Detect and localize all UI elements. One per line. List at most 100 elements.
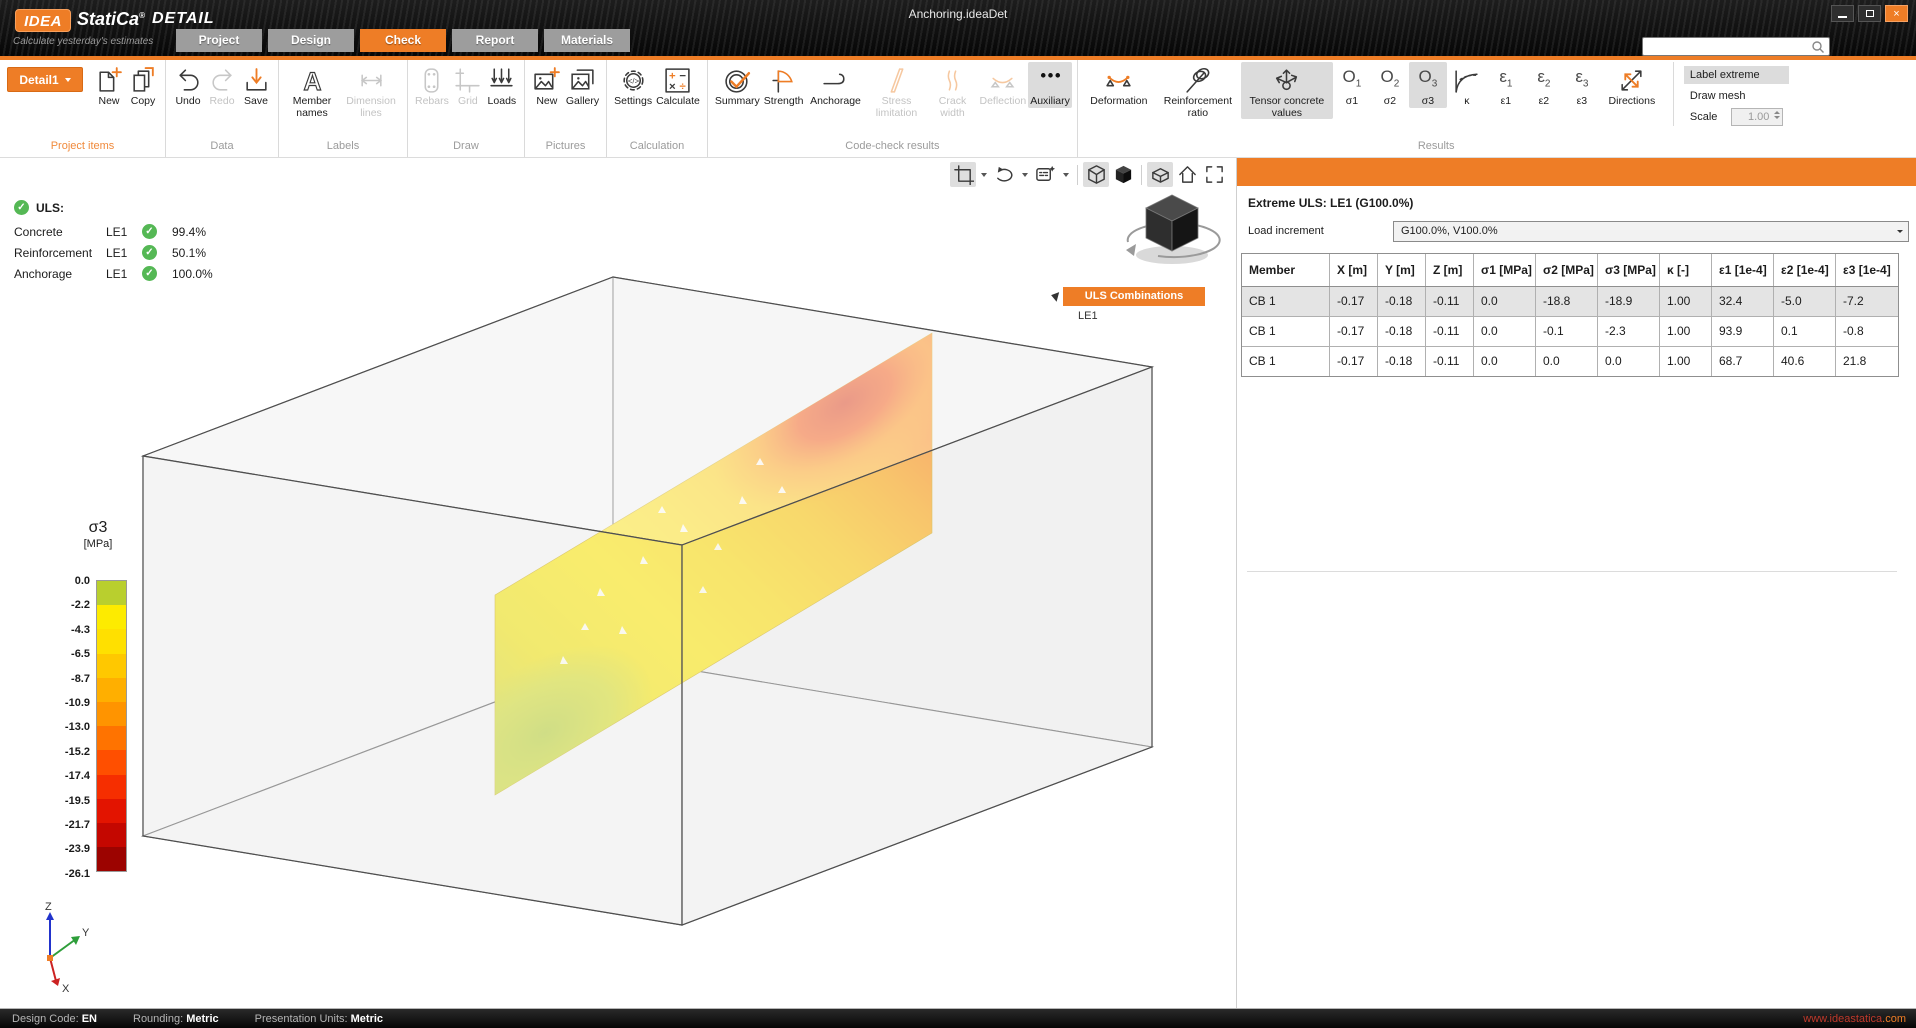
close-button[interactable]: × <box>1885 5 1908 22</box>
website-link[interactable]: www.ideastatica.com <box>1803 1013 1906 1025</box>
section-crop-dropdown[interactable] <box>977 162 990 187</box>
kappa-icon <box>1452 65 1482 96</box>
col-header[interactable]: σ2 [MPa] <box>1536 254 1598 286</box>
combination-case-label[interactable]: LE1 <box>1078 310 1098 322</box>
label-extreme-toggle[interactable]: Label extreme <box>1684 66 1790 84</box>
ribbon-item-loads[interactable]: Loads <box>485 62 519 108</box>
ribbon-item-strength[interactable]: Strength <box>762 62 806 108</box>
search-input[interactable] <box>1643 39 1811 54</box>
clipped-box-button[interactable] <box>1147 162 1173 187</box>
ribbon-item-save[interactable]: Save <box>239 62 273 108</box>
scale-input[interactable]: 1.00 <box>1731 108 1783 126</box>
toolbar-separator <box>1141 165 1142 185</box>
table-row[interactable]: CB 1 -0.17 -0.18 -0.11 0.0 0.0 0.0 1.00 … <box>1242 347 1898 376</box>
orbit-button[interactable] <box>991 162 1017 187</box>
table-cell: 68.7 <box>1712 347 1774 376</box>
table-cell: CB 1 <box>1242 317 1330 346</box>
col-header[interactable]: ε3 [1e-4] <box>1836 254 1896 286</box>
ribbon-item-tensor-concrete-values[interactable]: Tensor concrete values <box>1241 62 1333 119</box>
ribbon-item-auxiliary[interactable]: Auxiliary <box>1028 62 1072 108</box>
uls-summary: ✓ULS: Concrete LE1 ✓ 99.4% Reinforcement… <box>14 200 213 284</box>
capture-view-button[interactable] <box>1032 162 1058 187</box>
ribbon-item-epsilon3[interactable]: ε3 ε3 <box>1563 62 1601 108</box>
col-header[interactable]: X [m] <box>1330 254 1378 286</box>
col-header[interactable]: Z [m] <box>1426 254 1474 286</box>
ribbon-item-new-picture[interactable]: New <box>530 62 564 108</box>
ribbon-item-member-names[interactable]: A Member names <box>284 62 340 119</box>
legend-tick: -10.9 <box>38 697 90 709</box>
wireframe-view-button[interactable] <box>1083 162 1109 187</box>
ribbon-item-undo[interactable]: Undo <box>171 62 205 108</box>
load-increment-select[interactable]: G100.0%, V100.0% <box>1393 221 1909 242</box>
legend-tick: -15.2 <box>38 746 90 758</box>
table-cell: 0.0 <box>1536 347 1598 376</box>
tab-project[interactable]: Project <box>176 29 262 52</box>
ribbon-item-copy[interactable]: Copy <box>126 62 160 108</box>
fit-view-button[interactable] <box>1201 162 1227 187</box>
section-crop-button[interactable] <box>950 162 976 187</box>
window-title: Anchoring.ideaDet <box>0 7 1916 21</box>
col-header[interactable]: κ [-] <box>1660 254 1712 286</box>
ribbon-item-kappa[interactable]: κ <box>1447 62 1487 108</box>
ribbon-item-gallery[interactable]: Gallery <box>564 62 601 108</box>
detail-selector-button[interactable]: Detail1 <box>7 67 83 92</box>
table-cell: -0.1 <box>1536 317 1598 346</box>
ribbon-item-redo: Redo <box>205 62 239 108</box>
ribbon-item-deformation[interactable]: Deformation <box>1083 62 1155 108</box>
legend-tick: -8.7 <box>38 673 90 685</box>
col-header[interactable]: σ1 [MPa] <box>1474 254 1536 286</box>
tab-check[interactable]: Check <box>360 29 446 52</box>
ribbon-item-sigma3[interactable]: O3 σ3 <box>1409 62 1447 108</box>
col-header[interactable]: Y [m] <box>1378 254 1426 286</box>
scale-label: Scale <box>1690 111 1718 123</box>
units-status: Presentation Units: Metric <box>255 1013 383 1025</box>
legend-unit: [MPa] <box>68 538 128 550</box>
viewport-3d[interactable]: Z Y X <box>0 158 1232 1008</box>
table-row[interactable]: CB 1 -0.17 -0.18 -0.11 0.0 -18.8 -18.9 1… <box>1242 287 1898 317</box>
uls-combinations-tag[interactable]: ULS Combinations <box>1063 287 1205 306</box>
tab-design[interactable]: Design <box>268 29 354 52</box>
ribbon-item-epsilon1[interactable]: ε1 ε1 <box>1487 62 1525 108</box>
ribbon-item-directions[interactable]: Directions <box>1601 62 1663 108</box>
tab-materials[interactable]: Materials <box>544 29 630 52</box>
solid-view-button[interactable] <box>1110 162 1136 187</box>
maximize-button[interactable] <box>1858 5 1881 22</box>
sigma1-icon: O1 <box>1337 65 1367 96</box>
group-label: Code-check results <box>708 138 1077 157</box>
home-view-button[interactable] <box>1174 162 1200 187</box>
ribbon-item-reinforcement-ratio[interactable]: Reinforcement ratio <box>1155 62 1241 119</box>
col-header[interactable]: ε1 [1e-4] <box>1712 254 1774 286</box>
ribbon-group-results: Deformation Reinforcement ratio Tensor c… <box>1078 60 1795 157</box>
ribbon-item-settings[interactable]: </> Settings <box>612 62 654 108</box>
legend-tick: -23.9 <box>38 843 90 855</box>
col-header[interactable]: Member <box>1242 254 1330 286</box>
design-code-status: Design Code: EN <box>12 1013 97 1025</box>
table-row[interactable]: CB 1 -0.17 -0.18 -0.11 0.0 -0.1 -2.3 1.0… <box>1242 317 1898 347</box>
concrete-block-front <box>143 277 1152 925</box>
scale-spinner[interactable] <box>1774 111 1780 119</box>
ribbon-item-new-project[interactable]: New <box>92 62 126 108</box>
col-header[interactable]: σ3 [MPa] <box>1598 254 1660 286</box>
ribbon-item-epsilon2[interactable]: ε2 ε2 <box>1525 62 1563 108</box>
orbit-dropdown[interactable] <box>1018 162 1031 187</box>
ribbon-item-calculate[interactable]: +−×÷ Calculate <box>654 62 702 108</box>
axes-triad: Z Y X <box>45 901 90 995</box>
col-header[interactable]: ε2 [1e-4] <box>1774 254 1836 286</box>
table-cell: -7.2 <box>1836 287 1896 316</box>
ribbon-item-sigma1[interactable]: O1 σ1 <box>1333 62 1371 108</box>
redo-icon <box>207 65 237 96</box>
stress-limitation-icon <box>882 65 912 96</box>
ribbon-item-summary[interactable]: Summary <box>713 62 762 108</box>
ribbon-item-sigma2[interactable]: O2 σ2 <box>1371 62 1409 108</box>
minimize-button[interactable] <box>1831 5 1854 22</box>
capture-view-dropdown[interactable] <box>1059 162 1072 187</box>
draw-mesh-toggle[interactable]: Draw mesh <box>1684 87 1790 105</box>
chevron-down-icon <box>1897 230 1903 233</box>
legend-title: σ3 <box>68 519 128 537</box>
nav-cube[interactable] <box>1126 195 1220 264</box>
tab-report[interactable]: Report <box>452 29 538 52</box>
ribbon-item-anchorage[interactable]: Anchorage <box>806 62 866 108</box>
application-window: IDEA StatiCa® DETAIL Calculate yesterday… <box>0 0 1916 1028</box>
axis-y-label: Y <box>82 927 90 939</box>
scale-value: 1.00 <box>1748 111 1769 123</box>
